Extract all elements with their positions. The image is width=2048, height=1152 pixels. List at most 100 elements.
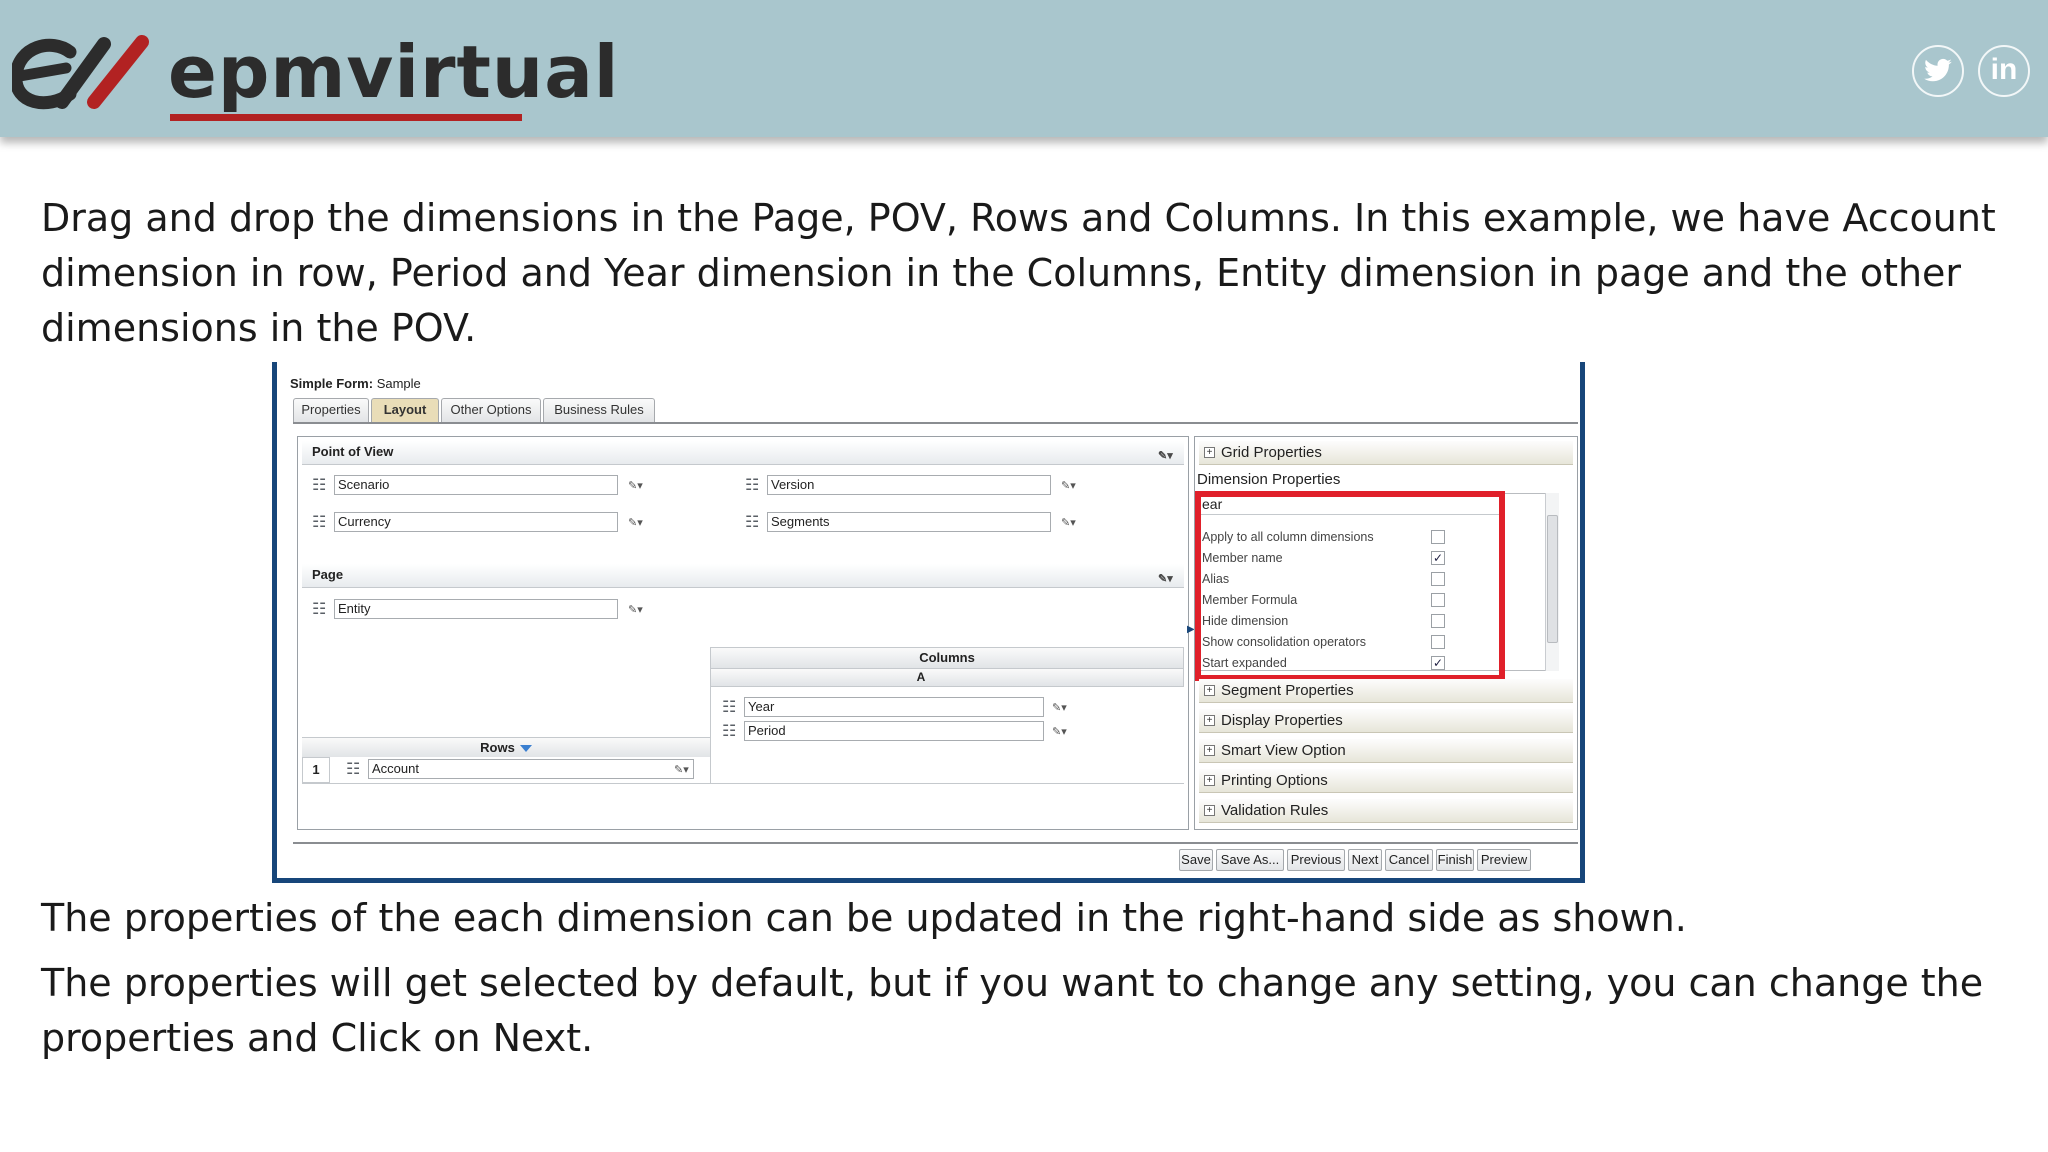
note-paragraph-1: The properties of the each dimension can… bbox=[41, 896, 1687, 940]
twitter-bird-icon bbox=[1924, 58, 1952, 82]
column-dim-period[interactable]: ☷ Period ✎▾ bbox=[722, 721, 1082, 743]
checkbox-hide-dimension[interactable] bbox=[1431, 614, 1445, 628]
dimension-name: Segments bbox=[767, 512, 1051, 532]
cancel-button[interactable]: Cancel bbox=[1385, 849, 1433, 871]
prop-start-expanded: Start expanded bbox=[1202, 656, 1287, 670]
tab-business-rules[interactable]: Business Rules bbox=[543, 398, 655, 422]
note-paragraph-2: The properties will get selected by defa… bbox=[41, 961, 1984, 1060]
left-splitter-handle[interactable] bbox=[273, 598, 277, 610]
twitter-icon[interactable] bbox=[1912, 45, 1964, 97]
epmvirtual-logo[interactable]: epmvirtual bbox=[12, 32, 618, 121]
checkbox-alias[interactable] bbox=[1431, 572, 1445, 586]
dimension-icon: ☷ bbox=[346, 761, 361, 778]
dimension-menu-icon[interactable]: ✎▾ bbox=[1061, 479, 1083, 493]
save-button[interactable]: Save bbox=[1179, 849, 1213, 871]
pov-dim-version[interactable]: ☷ Version ✎▾ bbox=[745, 475, 1105, 497]
pov-dim-segments[interactable]: ☷ Segments ✎▾ bbox=[745, 512, 1105, 534]
rows-dropdown-icon[interactable] bbox=[519, 745, 532, 753]
tab-properties[interactable]: Properties bbox=[293, 398, 369, 422]
dimension-icon: ☷ bbox=[312, 477, 327, 494]
rows-label: Rows bbox=[480, 740, 515, 755]
dimension-name: Currency bbox=[334, 512, 618, 532]
preview-button[interactable]: Preview bbox=[1477, 849, 1531, 871]
rows-columns-grid: Columns A ☷ Year ✎▾ ☷ Period ✎▾ Rows 1 ☷… bbox=[302, 647, 1184, 787]
segment-properties-label: Segment Properties bbox=[1221, 682, 1354, 699]
grid-properties-label: Grid Properties bbox=[1221, 444, 1322, 461]
form-layout-screenshot: Simple Form: Sample Properties Layout Ot… bbox=[272, 362, 1585, 883]
dimension-icon: ☷ bbox=[745, 514, 760, 531]
pov-dim-scenario[interactable]: ☷ Scenario ✎▾ bbox=[312, 475, 672, 497]
prop-alias: Alias bbox=[1202, 572, 1230, 586]
logo-text: epmvirtual bbox=[168, 30, 620, 114]
properties-scrollbar[interactable] bbox=[1545, 493, 1559, 671]
dimension-menu-icon[interactable]: ✎▾ bbox=[1052, 725, 1074, 739]
pov-section-header: Point of View ✎▾ bbox=[302, 441, 1184, 465]
tab-other-options[interactable]: Other Options bbox=[441, 398, 541, 422]
dimension-name: Period bbox=[744, 721, 1044, 741]
prop-member-name: Member name bbox=[1202, 551, 1283, 565]
previous-button[interactable]: Previous bbox=[1287, 849, 1345, 871]
dimension-menu-icon[interactable]: ✎▾ bbox=[628, 603, 650, 617]
dimension-menu-icon[interactable]: ✎▾ bbox=[1052, 701, 1074, 715]
tab-layout[interactable]: Layout bbox=[371, 398, 439, 423]
row-number: 1 bbox=[302, 757, 330, 783]
smart-view-option-section[interactable]: + Smart View Option bbox=[1199, 739, 1573, 763]
printing-options-label: Printing Options bbox=[1221, 772, 1328, 789]
dimension-menu-icon[interactable]: ✎▾ bbox=[628, 516, 650, 530]
expand-icon: + bbox=[1204, 447, 1215, 458]
finish-button[interactable]: Finish bbox=[1436, 849, 1474, 871]
checkbox-member-formula[interactable] bbox=[1431, 593, 1445, 607]
display-properties-section[interactable]: + Display Properties bbox=[1199, 709, 1573, 733]
dimension-name: Entity bbox=[334, 599, 618, 619]
column-segment-a: A bbox=[710, 669, 1184, 687]
row-dim-account[interactable]: ☷ Account ✎▾ bbox=[346, 759, 706, 781]
dimension-menu-icon[interactable]: ✎▾ bbox=[1061, 516, 1083, 530]
next-button[interactable]: Next bbox=[1348, 849, 1382, 871]
checkbox-member-name[interactable]: ✓ bbox=[1431, 551, 1445, 565]
expand-icon: + bbox=[1204, 715, 1215, 726]
dimension-icon: ☷ bbox=[312, 514, 327, 531]
dimension-properties-label: Dimension Properties bbox=[1197, 471, 1341, 488]
dimension-name: Version bbox=[767, 475, 1051, 495]
scrollbar-thumb[interactable] bbox=[1547, 515, 1558, 643]
expand-icon: + bbox=[1204, 775, 1215, 786]
tab-divider bbox=[293, 422, 1578, 424]
form-title: Simple Form: Sample bbox=[290, 376, 421, 391]
pov-menu-icon[interactable]: ✎▾ bbox=[1158, 445, 1176, 462]
page-label: Page bbox=[312, 567, 344, 582]
expand-icon: + bbox=[1204, 685, 1215, 696]
prop-member-formula: Member Formula bbox=[1202, 593, 1298, 607]
site-header: epmvirtual in bbox=[0, 0, 2048, 137]
dimension-icon: ☷ bbox=[722, 723, 737, 740]
layout-pane: Point of View ✎▾ ☷ Scenario ✎▾ ☷ Version… bbox=[297, 436, 1189, 830]
form-title-label: Simple Form: bbox=[290, 376, 374, 391]
checkbox-show-consolidation[interactable] bbox=[1431, 635, 1445, 649]
pov-dim-currency[interactable]: ☷ Currency ✎▾ bbox=[312, 512, 672, 534]
dimension-menu-icon[interactable]: ✎▾ bbox=[674, 763, 696, 777]
dimension-name: Scenario bbox=[334, 475, 618, 495]
linkedin-icon[interactable]: in bbox=[1978, 45, 2030, 97]
checkbox-apply-all-columns[interactable] bbox=[1431, 530, 1445, 544]
dimension-menu-icon[interactable]: ✎▾ bbox=[628, 479, 650, 493]
dimension-icon: ☷ bbox=[722, 699, 737, 716]
grid-properties-section[interactable]: + Grid Properties bbox=[1199, 441, 1573, 465]
expand-icon: + bbox=[1204, 805, 1215, 816]
segment-properties-section[interactable]: + Segment Properties bbox=[1199, 679, 1573, 703]
logo-e-slash-icon bbox=[12, 35, 149, 110]
column-dim-year[interactable]: ☷ Year ✎▾ bbox=[722, 697, 1082, 719]
dimension-icon: ☷ bbox=[745, 477, 760, 494]
printing-options-section[interactable]: + Printing Options bbox=[1199, 769, 1573, 793]
logo-underline bbox=[170, 114, 522, 121]
selected-dimension[interactable]: ear bbox=[1199, 493, 1499, 515]
save-as-button[interactable]: Save As... bbox=[1216, 849, 1284, 871]
rows-header: Rows bbox=[302, 737, 710, 757]
dimension-name: Account bbox=[368, 759, 694, 779]
page-dim-entity[interactable]: ☷ Entity ✎▾ bbox=[312, 599, 672, 621]
page-section-header: Page ✎▾ bbox=[302, 564, 1184, 588]
prop-hide-dimension: Hide dimension bbox=[1202, 614, 1289, 628]
validation-rules-label: Validation Rules bbox=[1221, 802, 1329, 819]
validation-rules-section[interactable]: + Validation Rules bbox=[1199, 799, 1573, 823]
page-menu-icon[interactable]: ✎▾ bbox=[1158, 568, 1176, 585]
prop-show-consolidation: Show consolidation operators bbox=[1202, 635, 1366, 649]
checkbox-start-expanded[interactable]: ✓ bbox=[1431, 656, 1445, 670]
